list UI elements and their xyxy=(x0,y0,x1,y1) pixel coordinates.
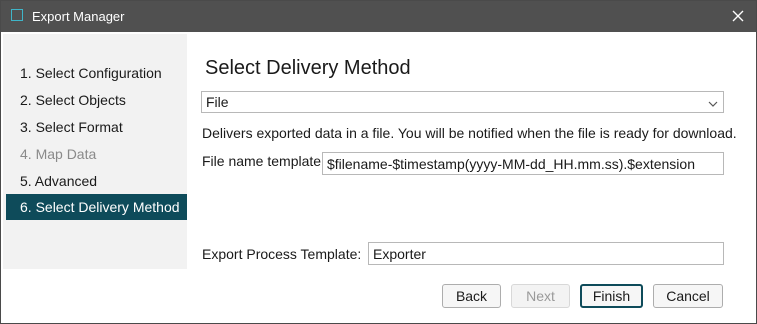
close-icon[interactable] xyxy=(728,6,748,26)
export-process-template-label: Export Process Template: xyxy=(202,246,362,262)
delivery-method-select[interactable]: File xyxy=(201,91,724,113)
step-select-delivery-method[interactable]: 6. Select Delivery Method xyxy=(6,194,187,220)
chevron-down-icon xyxy=(707,95,719,107)
cancel-button[interactable]: Cancel xyxy=(653,284,723,308)
step-select-configuration[interactable]: 1. Select Configuration xyxy=(6,60,187,86)
step-select-objects[interactable]: 2. Select Objects xyxy=(6,87,187,113)
title-bar: Export Manager xyxy=(1,1,756,32)
file-name-template-input[interactable] xyxy=(322,152,724,175)
page-title: Select Delivery Method xyxy=(205,57,411,79)
step-map-data: 4. Map Data xyxy=(20,146,97,162)
export-process-template-input[interactable] xyxy=(368,242,724,265)
back-button[interactable]: Back xyxy=(442,284,501,308)
step-select-format[interactable]: 3. Select Format xyxy=(6,114,187,140)
window-title: Export Manager xyxy=(32,9,125,24)
wizard-steps-sidebar: 1. Select Configuration 2. Select Object… xyxy=(3,34,187,269)
delivery-method-selected-value: File xyxy=(206,94,229,110)
finish-button[interactable]: Finish xyxy=(580,284,643,308)
next-button: Next xyxy=(511,284,570,308)
file-name-template-label: File name template xyxy=(202,153,322,169)
delivery-method-description: Delivers exported data in a file. You wi… xyxy=(202,125,737,141)
step-advanced[interactable]: 5. Advanced xyxy=(6,168,187,194)
window-app-icon xyxy=(11,9,23,21)
export-manager-window: Export Manager 1. Select Configuration 2… xyxy=(0,0,757,324)
